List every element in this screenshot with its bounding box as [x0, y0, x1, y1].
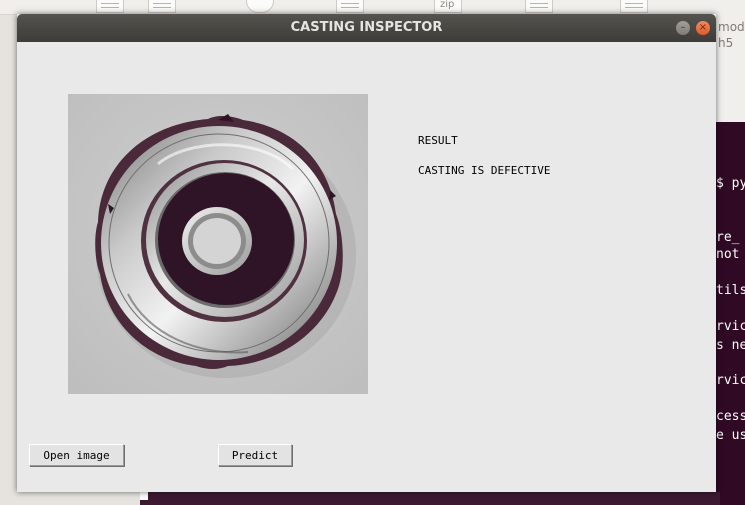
window-titlebar[interactable]: CASTING INSPECTOR – ×	[17, 14, 716, 42]
file-thumbnail[interactable]	[336, 0, 364, 13]
terminal-line: not	[716, 247, 740, 262]
terminal-line: tils	[716, 283, 745, 298]
file-manager-strip: zip	[0, 0, 745, 15]
terminal-line: e us	[716, 428, 745, 443]
result-value: CASTING IS DEFECTIVE	[418, 164, 551, 177]
open-image-button[interactable]: Open image	[29, 444, 124, 466]
terminal-line: cess	[716, 409, 745, 424]
file-thumbnail[interactable]	[246, 0, 274, 13]
file-thumbnail[interactable]	[620, 0, 648, 13]
terminal-line: rvic	[716, 319, 745, 334]
casting-inspector-window: CASTING INSPECTOR – × RESULT CASTING IS …	[17, 14, 716, 492]
file-name-label: mod	[718, 20, 745, 34]
result-heading: RESULT	[418, 134, 458, 147]
file-name-label: h5	[718, 36, 734, 50]
file-thumbnail[interactable]	[525, 0, 553, 13]
casting-center-hole	[193, 218, 241, 264]
file-thumbnail[interactable]	[148, 0, 176, 13]
close-button[interactable]: ×	[696, 21, 710, 35]
minimize-button[interactable]: –	[676, 21, 690, 35]
predict-button[interactable]: Predict	[218, 444, 292, 466]
minimize-icon: –	[680, 22, 686, 33]
terminal-bottom-edge	[140, 492, 720, 505]
zip-file-label: zip	[440, 0, 455, 10]
file-thumbnail[interactable]	[96, 0, 124, 13]
close-icon: ×	[698, 22, 708, 33]
terminal-line: re_	[716, 230, 740, 245]
window-content: RESULT CASTING IS DEFECTIVE Open image P…	[17, 42, 716, 492]
window-title: CASTING INSPECTOR	[290, 20, 443, 35]
terminal-cursor	[140, 492, 148, 500]
background-file-names: mod h5	[715, 14, 745, 122]
terminal-line: s ne	[716, 338, 745, 353]
background-terminal[interactable]: $ py re_ not tils rvic s ne rvic cess e …	[715, 122, 745, 505]
terminal-line: rvic	[716, 373, 745, 388]
casting-image	[68, 94, 368, 394]
terminal-line: $ py	[716, 176, 745, 191]
